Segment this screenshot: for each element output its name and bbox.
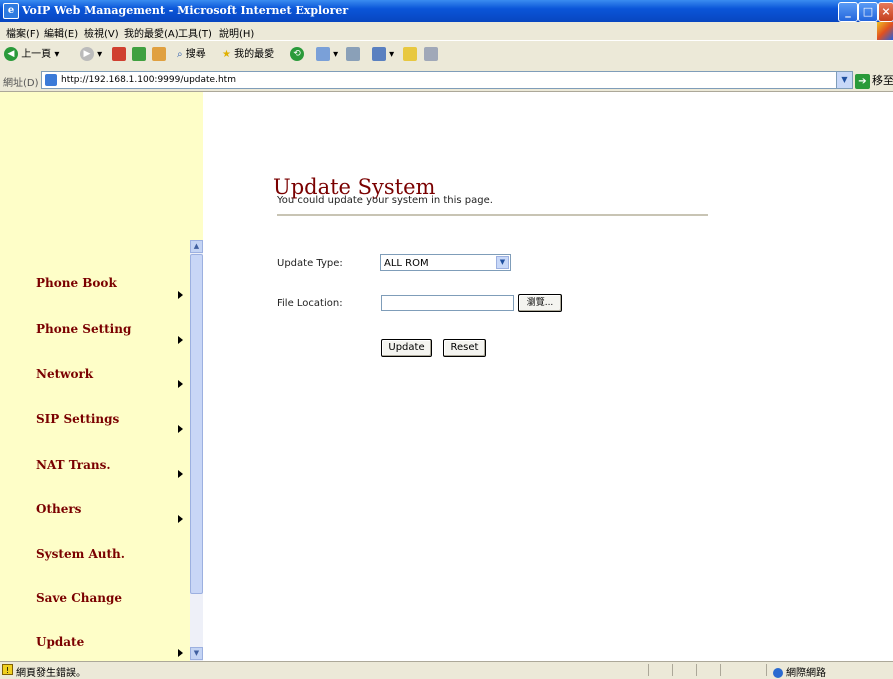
back-label: 上一頁 [21,49,52,60]
status-divider [648,664,649,676]
refresh-button[interactable] [132,47,146,63]
windows-logo-icon [877,22,893,40]
history-button[interactable]: ⟲ [290,47,304,63]
word-icon [372,47,386,61]
divider [277,214,708,216]
maximize-button[interactable]: □ [858,2,878,22]
update-button[interactable]: Update [381,339,432,357]
scroll-up-icon[interactable]: ▲ [190,240,203,253]
menu-help[interactable]: 說明(H) [219,25,254,40]
home-button[interactable] [152,47,166,63]
status-divider [766,664,767,676]
scrollbar-thumb[interactable] [190,254,203,594]
status-bar: ! 網頁發生錯誤。 網際網路 [0,661,893,679]
browse-button[interactable]: 瀏覽... [518,294,562,312]
chevron-right-icon [178,515,183,523]
chevron-right-icon [178,291,183,299]
file-location-label: File Location: [277,298,343,309]
address-bar: 網址(D) http://192.168.1.100:9999/update.h… [0,69,893,92]
window-titlebar: e VoIP Web Management - Microsoft Intern… [0,0,893,22]
forward-arrow-icon: ▶ [80,47,94,61]
chevron-right-icon [178,425,183,433]
zone-label: 網際網路 [786,668,826,679]
reset-button[interactable]: Reset [443,339,486,357]
messenger-button[interactable] [424,47,438,63]
go-button[interactable]: ➔ 移至 [855,72,893,89]
update-type-label: Update Type: [277,258,343,269]
sidebar-item-nat-trans[interactable]: NAT Trans. [36,458,111,472]
mail-button[interactable]: ▾ [316,47,338,63]
favorites-button[interactable]: ★ 我的最愛 [222,47,274,63]
toolbar: ◀ 上一頁 ▾ ▶ ▾ ⌕ 搜尋 ★ 我的最愛 ⟲ ▾ ▾ [0,40,893,70]
home-icon [152,47,166,61]
address-url: http://192.168.1.100:9999/update.htm [61,75,236,85]
history-icon: ⟲ [290,47,304,61]
menu-favorites[interactable]: 我的最愛(A) [124,25,179,40]
address-input[interactable]: http://192.168.1.100:9999/update.htm ▼ [41,71,853,89]
address-dropdown-icon[interactable]: ▼ [836,72,852,88]
page-content: Phone Book Phone Setting Network SIP Set… [0,92,893,661]
refresh-icon [132,47,146,61]
sidebar-item-update[interactable]: Update [36,635,84,649]
sidebar-item-sip-settings[interactable]: SIP Settings [36,412,119,426]
chevron-right-icon [178,380,183,388]
sidebar-item-system-auth[interactable]: System Auth. [36,547,125,561]
search-button[interactable]: ⌕ 搜尋 [177,47,206,63]
warning-icon[interactable]: ! [2,664,13,675]
file-location-input[interactable] [381,295,514,311]
status-divider [720,664,721,676]
update-type-value: ALL ROM [384,258,429,269]
stop-button[interactable] [112,47,126,63]
mail-icon [316,47,330,61]
address-label: 網址(D) [3,78,39,89]
edit-button[interactable]: ▾ [372,47,394,63]
back-button[interactable]: ◀ 上一頁 ▾ [4,47,59,63]
star-icon: ★ [222,49,231,60]
sidebar-item-phone-book[interactable]: Phone Book [36,276,117,290]
status-divider [672,664,673,676]
ie-icon: e [3,3,19,19]
go-label: 移至 [872,74,893,87]
sidebar-header [0,92,203,240]
sidebar: Phone Book Phone Setting Network SIP Set… [0,240,190,661]
stop-icon [112,47,126,61]
update-type-select[interactable]: ALL ROM ▼ [380,254,511,271]
back-arrow-icon: ◀ [4,47,18,61]
menu-edit[interactable]: 編輯(E) [44,25,78,40]
chevron-right-icon [178,470,183,478]
sidebar-item-network[interactable]: Network [36,367,93,381]
menu-file[interactable]: 檔案(F) [6,25,40,40]
page-description: You could update your system in this pag… [277,195,493,206]
menu-bar: 檔案(F) 編輯(E) 檢視(V) 我的最愛(A) 工具(T) 說明(H) [0,22,893,40]
forward-button[interactable]: ▶ ▾ [80,47,102,63]
minimize-button[interactable]: _ [838,2,858,22]
messenger-icon [424,47,438,61]
sidebar-scrollbar[interactable]: ▲ ▼ [190,240,203,661]
folder-icon [403,47,417,61]
search-label: 搜尋 [185,49,206,60]
search-icon: ⌕ [177,49,183,60]
print-icon [346,47,360,61]
chevron-right-icon [178,649,183,657]
discuss-button[interactable] [403,47,417,63]
favorites-label: 我的最愛 [234,49,275,60]
sidebar-item-phone-setting[interactable]: Phone Setting [36,322,131,336]
sidebar-item-save-change[interactable]: Save Change [36,591,122,605]
menu-tools[interactable]: 工具(T) [178,25,212,40]
go-arrow-icon: ➔ [855,74,870,89]
print-button[interactable] [346,47,360,63]
menu-view[interactable]: 檢視(V) [84,25,119,40]
close-button[interactable]: × [878,2,893,22]
scroll-down-icon[interactable]: ▼ [190,647,203,660]
page-icon [45,73,57,86]
sidebar-item-others[interactable]: Others [36,502,81,516]
chevron-right-icon [178,336,183,344]
window-title: VoIP Web Management - Microsoft Internet… [22,4,349,17]
status-divider [696,664,697,676]
chevron-down-icon[interactable]: ▼ [496,256,509,269]
